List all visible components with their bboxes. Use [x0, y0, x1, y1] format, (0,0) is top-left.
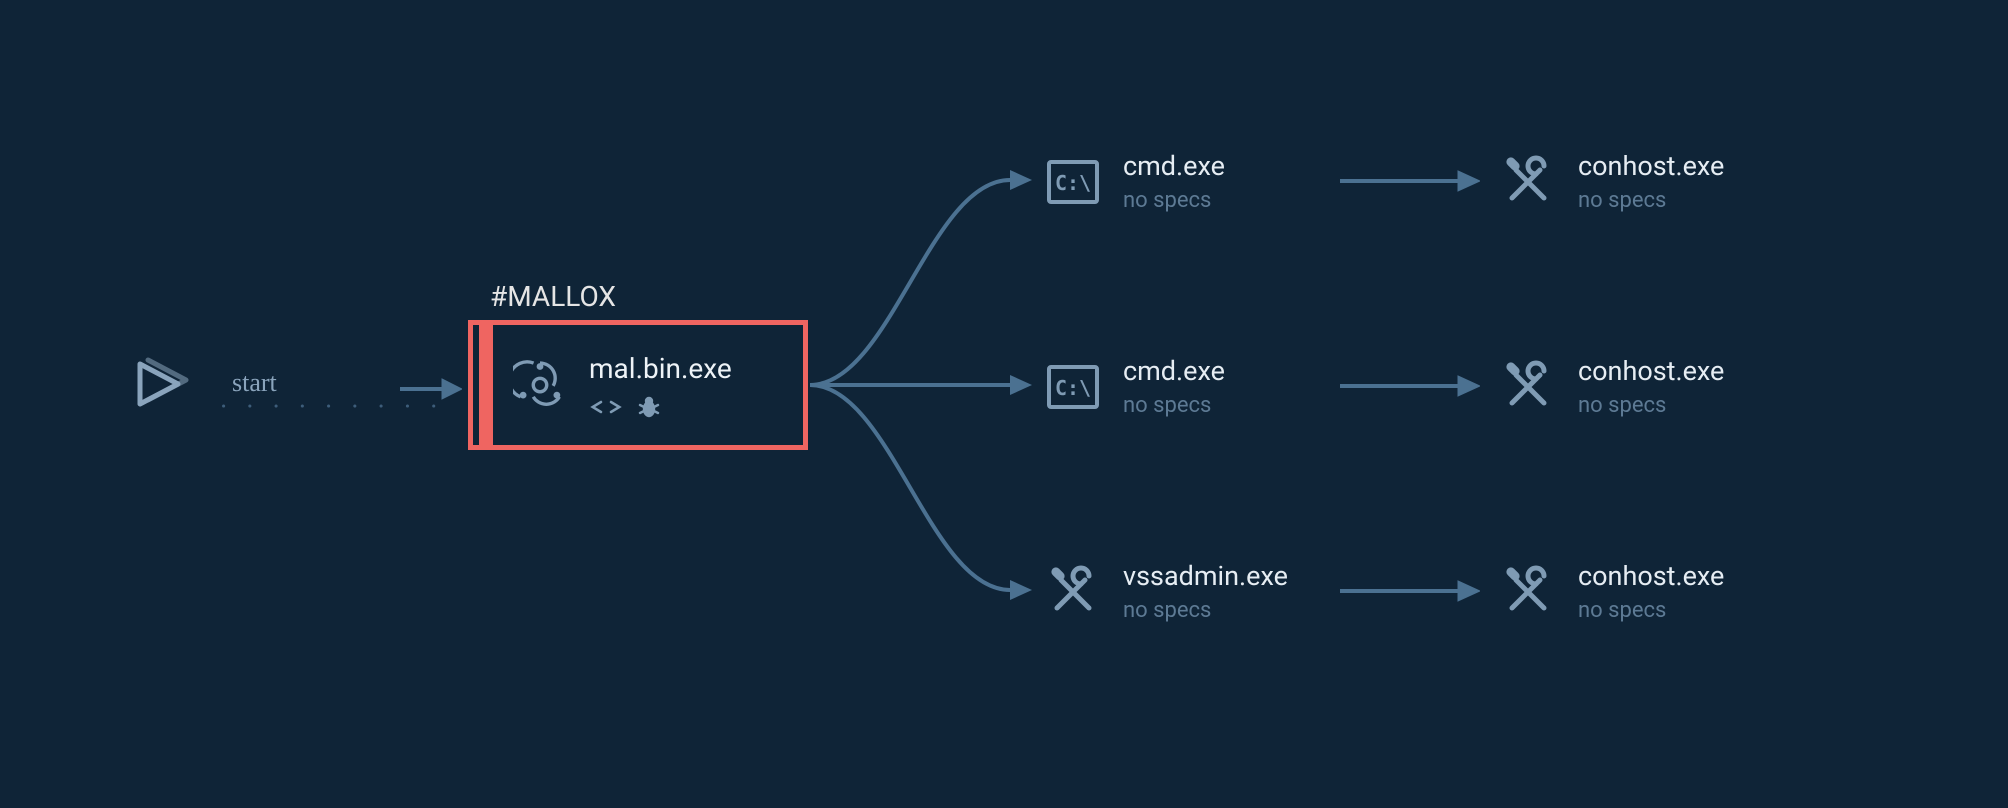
process-node-gc-2[interactable]: conhost.exe no specs — [1500, 560, 1724, 623]
process-name: cmd.exe — [1123, 150, 1225, 182]
process-name: conhost.exe — [1578, 150, 1724, 182]
tools-icon — [1500, 564, 1556, 620]
malicious-tag: #MALLOX — [490, 280, 616, 313]
process-node-child-0[interactable]: C:\ cmd.exe no specs — [1045, 150, 1225, 213]
process-name: conhost.exe — [1578, 355, 1724, 387]
danger-leftbar — [479, 325, 493, 445]
process-spec: no specs — [1123, 598, 1288, 623]
arrow-start-to-malbox — [400, 376, 462, 402]
tools-icon — [1045, 564, 1101, 620]
biohazard-icon — [513, 358, 567, 412]
process-spec: no specs — [1123, 188, 1225, 213]
process-name: vssadmin.exe — [1123, 560, 1288, 592]
tools-icon — [1500, 359, 1556, 415]
process-node-gc-0[interactable]: conhost.exe no specs — [1500, 150, 1724, 213]
malicious-process-name: mal.bin.exe — [589, 352, 732, 385]
svg-text:C:\: C:\ — [1055, 171, 1091, 195]
tools-icon — [1500, 154, 1556, 210]
malicious-indicators — [589, 395, 732, 419]
process-node-child-2[interactable]: vssadmin.exe no specs — [1045, 560, 1288, 623]
svg-text:C:\: C:\ — [1055, 376, 1091, 400]
arrow-child0-to-gc0 — [1340, 168, 1480, 194]
process-spec: no specs — [1578, 188, 1724, 213]
malicious-process-box[interactable]: mal.bin.exe — [468, 320, 808, 450]
process-name: cmd.exe — [1123, 355, 1225, 387]
arrow-child1-to-gc1 — [1340, 373, 1480, 399]
process-node-child-1[interactable]: C:\ cmd.exe no specs — [1045, 355, 1225, 418]
play-logo-icon — [130, 354, 190, 414]
process-spec: no specs — [1123, 393, 1225, 418]
bug-icon — [637, 395, 661, 419]
process-node-gc-1[interactable]: conhost.exe no specs — [1500, 355, 1724, 418]
branch-connectors — [810, 140, 1040, 620]
process-spec: no specs — [1578, 598, 1724, 623]
process-spec: no specs — [1578, 393, 1724, 418]
process-name: conhost.exe — [1578, 560, 1724, 592]
network-activity-icon — [589, 397, 623, 417]
cmd-icon: C:\ — [1045, 359, 1101, 415]
cmd-icon: C:\ — [1045, 154, 1101, 210]
arrow-child2-to-gc2 — [1340, 578, 1480, 604]
start-label: start — [232, 368, 277, 398]
